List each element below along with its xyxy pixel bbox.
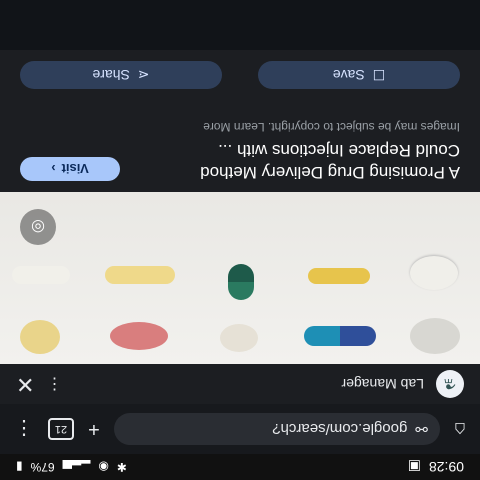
image-source-row: ⚗ Lab Manager ⋮ ✕ xyxy=(0,364,480,404)
signal-icon: ▂▃▅ xyxy=(62,460,91,474)
source-name: Lab Manager xyxy=(341,376,424,392)
save-button[interactable]: ☐ Save xyxy=(258,61,460,89)
copyright-notice[interactable]: Images may be subject to copyright. Lear… xyxy=(203,120,460,134)
browser-toolbar: ⌂ ⚯ google.com/search? + 21 ⋮ xyxy=(0,404,480,454)
bookmark-icon: ☐ xyxy=(372,67,386,84)
source-favicon: ⚗ xyxy=(436,370,464,398)
tab-count-button[interactable]: 21 xyxy=(48,418,74,440)
action-row: ☐ Save ⋖ Share xyxy=(0,50,480,100)
lens-icon[interactable]: ◎ xyxy=(20,209,56,245)
new-tab-icon[interactable]: + xyxy=(88,418,100,441)
visit-button[interactable]: Visit › xyxy=(20,157,120,181)
url-text: google.com/search? xyxy=(272,420,408,438)
home-icon[interactable]: ⌂ xyxy=(454,418,466,441)
visit-label: Visit xyxy=(61,161,89,177)
share-icon: ⋖ xyxy=(137,67,150,84)
pill-cream xyxy=(220,324,258,352)
pill-yellow-round xyxy=(20,320,60,354)
related-images xyxy=(0,0,480,50)
result-info: Visit › A Promising Drug Delivery Method… xyxy=(0,100,480,192)
chevron-right-icon: › xyxy=(51,161,56,177)
close-icon[interactable]: ✕ xyxy=(16,371,34,397)
wifi-icon: ◉ xyxy=(98,460,109,474)
site-settings-icon[interactable]: ⚯ xyxy=(415,420,428,438)
url-bar[interactable]: ⚯ google.com/search? xyxy=(113,413,440,445)
notification-icon: ▣ xyxy=(407,459,421,476)
more-menu-icon[interactable]: ⋮ xyxy=(14,417,34,442)
save-label: Save xyxy=(332,67,365,83)
result-title-line2[interactable]: Could Replace Injections with ... xyxy=(218,140,460,160)
status-bar: 09:28 ▣ ✱ ◉ ▂▃▅ 67% ▮ xyxy=(0,454,480,480)
capsule-green xyxy=(228,264,254,300)
result-title-line1[interactable]: A Promising Drug Delivery Method xyxy=(200,162,460,182)
battery-percent: 67% xyxy=(30,460,55,474)
share-label: Share xyxy=(92,67,130,83)
share-button[interactable]: ⋖ Share xyxy=(20,61,222,89)
pill-white xyxy=(410,256,458,290)
status-time: 09:28 xyxy=(428,459,464,475)
more-options-icon[interactable]: ⋮ xyxy=(46,374,62,394)
pill-long-white xyxy=(12,266,70,284)
capsule-blue xyxy=(304,326,376,346)
pill-pink xyxy=(110,322,168,350)
image-preview[interactable]: ◎ xyxy=(0,192,480,364)
battery-icon: ▮ xyxy=(16,460,23,474)
pill-long-yellow xyxy=(105,266,175,284)
pill-white-round xyxy=(410,318,460,354)
bluetooth-icon: ✱ xyxy=(116,460,127,474)
pill-yellow-oval xyxy=(308,268,370,284)
